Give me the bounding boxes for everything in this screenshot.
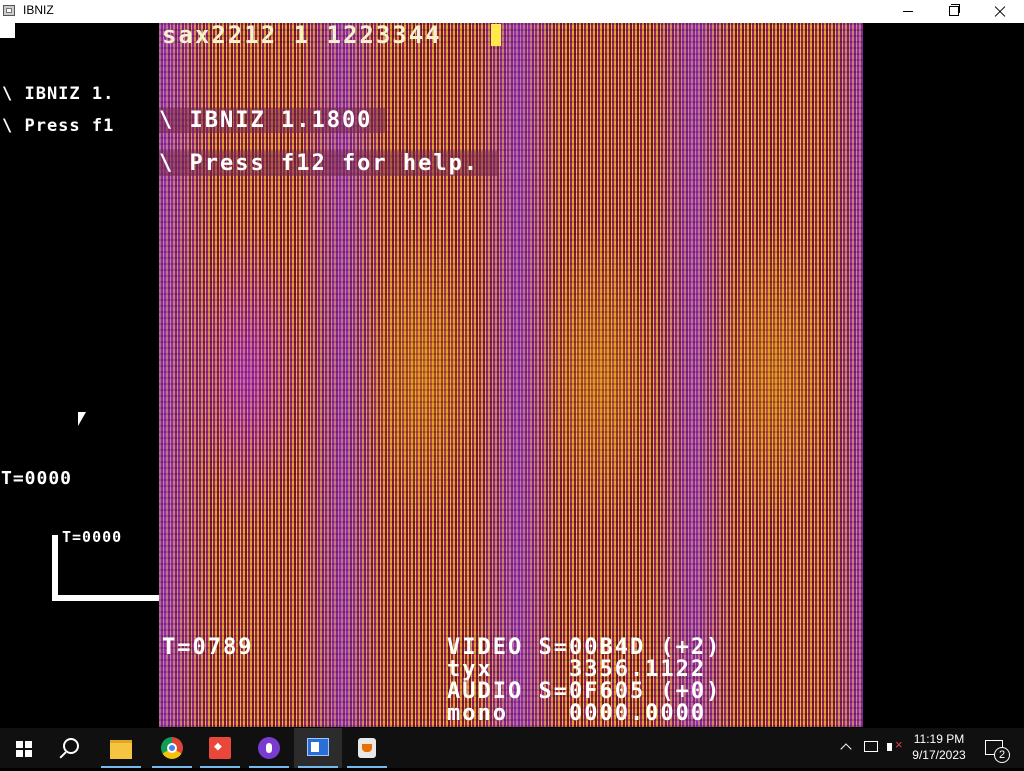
close-button[interactable]	[977, 0, 1023, 23]
clock[interactable]: 11:19 PM 9/17/2023	[910, 728, 968, 771]
clock-date: 9/17/2023	[912, 748, 966, 762]
code-input[interactable]: sax2212 1 1223344	[162, 23, 442, 49]
notification-icon[interactable]: 2	[980, 728, 1010, 768]
file-explorer-icon[interactable]	[97, 728, 145, 768]
time-counter: T=0789	[162, 635, 254, 660]
code-caret	[491, 24, 501, 46]
left-version-text: \ IBNIZ 1.	[2, 84, 115, 104]
title-bar[interactable]: IBNIZ	[0, 0, 1024, 23]
ibniz-app-icon[interactable]	[294, 728, 342, 768]
search-icon[interactable]	[48, 728, 96, 768]
volume-muted-icon[interactable]	[885, 728, 905, 768]
left-time-readout: T=0000	[1, 468, 73, 489]
windows-start-icon[interactable]	[0, 728, 48, 768]
minimize-button[interactable]	[885, 0, 931, 23]
chrome-icon[interactable]	[148, 728, 196, 768]
chevron-up-icon[interactable]	[838, 728, 856, 768]
visualization-canvas[interactable]: sax2212 1 1223344 \ IBNIZ 1.1800 \ Press…	[159, 23, 863, 727]
clock-time: 11:19 PM	[913, 732, 965, 746]
notification-count: 2	[994, 747, 1010, 763]
taskbar: 11:19 PM 9/17/2023 2	[0, 728, 1024, 768]
left-box-label: T=0000	[62, 528, 123, 546]
help-banner: \ Press f12 for help.	[159, 151, 500, 176]
mouse-pointer-icon	[78, 412, 86, 426]
left-help-text: \ Press f1	[2, 116, 115, 136]
java-icon[interactable]	[343, 728, 391, 768]
mono-status: mono 0000.0000	[447, 701, 707, 726]
network-icon[interactable]	[862, 728, 880, 768]
version-banner: \ IBNIZ 1.1800	[159, 108, 387, 133]
app-icon	[3, 5, 15, 16]
podcast-icon[interactable]	[245, 728, 293, 768]
window-title: IBNIZ	[23, 3, 54, 17]
text-cursor-block	[0, 23, 15, 38]
git-icon[interactable]	[196, 728, 244, 768]
restore-button[interactable]	[931, 0, 977, 23]
